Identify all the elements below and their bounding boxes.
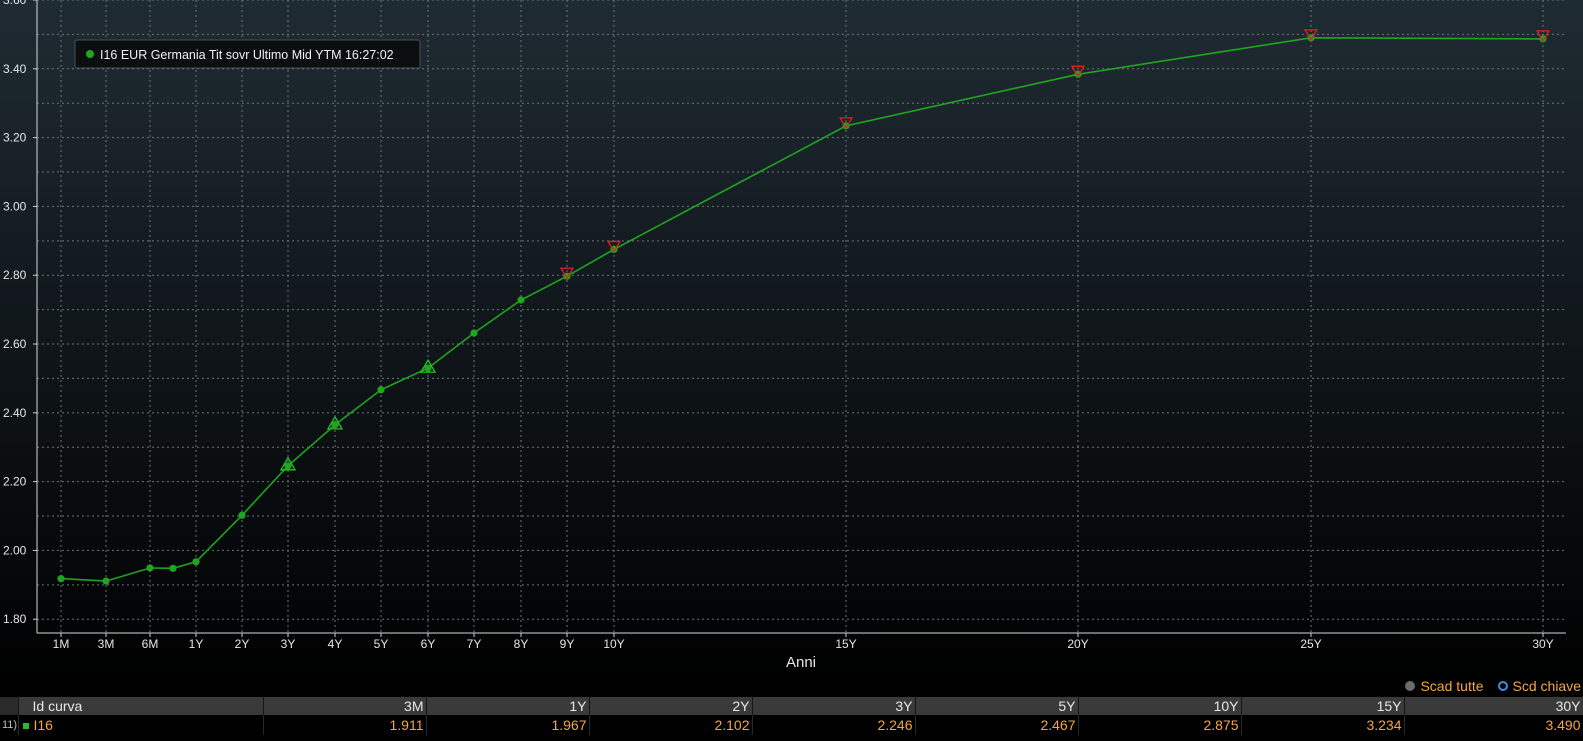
table-header-10y[interactable]: 10Y [1078,697,1242,715]
curve-values-table: Id curva 3M 1Y 2Y 3Y 5Y 10Y 15Y 30Y 11) … [0,697,1583,735]
y-tick-label: 3.40 [3,62,27,76]
x-tick-label: 1Y [189,637,204,651]
table-header-3y[interactable]: 3Y [752,697,916,715]
data-point[interactable] [238,511,246,519]
table-cell-1y: 1.967 [426,715,590,735]
radio-hollow-icon[interactable] [1497,681,1508,691]
table-curve-id-label: I16 [33,717,53,733]
table-cell-15y: 3.234 [1241,715,1405,735]
table-curve-id[interactable]: I16 [18,715,264,735]
y-tick-label: 3.60 [3,0,27,7]
option-all-maturities[interactable]: Scad tutte [1405,678,1484,694]
table-cell-3y: 2.246 [752,715,916,735]
table-header-1y[interactable]: 1Y [426,697,590,715]
x-tick-label: 10Y [603,637,624,651]
option-all-maturities-label: Scad tutte [1420,678,1484,694]
option-key-maturities-label: Scd chiave [1512,678,1581,694]
table-header-id[interactable]: Id curva [18,697,264,715]
option-key-maturities[interactable]: Scd chiave [1497,678,1581,694]
x-tick-label: 7Y [467,637,482,651]
series-color-icon [22,723,29,730]
y-tick-label: 2.40 [3,406,27,420]
table-cell-3m: 1.911 [263,715,427,735]
data-point[interactable] [57,575,65,583]
x-tick-label: 30Y [1532,637,1553,651]
table-row-number: 11) [0,715,19,735]
y-tick-label: 3.20 [3,131,27,145]
table-header-corner [0,697,19,715]
maturity-options: Scad tutte Scd chiave [1405,678,1581,694]
data-point[interactable] [377,386,385,394]
data-point[interactable] [470,329,478,337]
data-point[interactable] [102,577,110,585]
table-row[interactable]: 11) I16 1.911 1.967 2.102 2.246 2.467 2.… [0,715,1583,735]
x-tick-label: 20Y [1067,637,1088,651]
data-point[interactable] [192,558,200,566]
table-cell-10y: 2.875 [1078,715,1242,735]
y-tick-label: 3.00 [3,199,27,213]
y-tick-label: 2.60 [3,337,27,351]
x-tick-label: 3M [98,637,115,651]
table-header-30y[interactable]: 30Y [1404,697,1583,715]
x-tick-label: 25Y [1300,637,1321,651]
y-tick-label: 2.20 [3,475,27,489]
data-point[interactable] [146,564,154,572]
x-tick-label: 1M [53,637,70,651]
x-tick-label: 6Y [421,637,436,651]
x-tick-label: 6M [142,637,159,651]
x-tick-label: 4Y [328,637,343,651]
data-point[interactable] [169,564,177,572]
table-header-row: Id curva 3M 1Y 2Y 3Y 5Y 10Y 15Y 30Y [0,697,1583,715]
table-cell-5y: 2.467 [915,715,1079,735]
yield-curve-chart: 1.80 2.00 2.20 2.40 2.60 2.80 3.00 3.20 3.40 3.60… [0,0,1583,690]
radio-filled-icon[interactable] [1405,681,1416,691]
table-header-15y[interactable]: 15Y [1241,697,1405,715]
x-tick-label: 9Y [560,637,575,651]
x-tick-label: 15Y [835,637,856,651]
legend[interactable]: I16 EUR Germania Tit sovr Ultimo Mid YTM… [74,39,421,69]
x-tick-label: 8Y [514,637,529,651]
legend-series-label: I16 EUR Germania Tit sovr Ultimo Mid YTM… [100,48,394,62]
table-header-3m[interactable]: 3M [263,697,427,715]
table-cell-2y: 2.102 [589,715,753,735]
y-tick-label: 2.00 [3,543,27,557]
x-axis-title: Anni [786,654,816,671]
table-header-5y[interactable]: 5Y [915,697,1079,715]
x-tick-label: 2Y [235,637,250,651]
y-tick-label: 1.80 [3,612,27,626]
table-header-2y[interactable]: 2Y [589,697,753,715]
data-point[interactable] [517,296,525,304]
x-tick-label: 5Y [374,637,389,651]
x-tick-label: 3Y [281,637,296,651]
table-cell-30y: 3.490 [1404,715,1583,735]
y-tick-label: 2.80 [3,268,27,282]
legend-series-dot [86,50,94,58]
